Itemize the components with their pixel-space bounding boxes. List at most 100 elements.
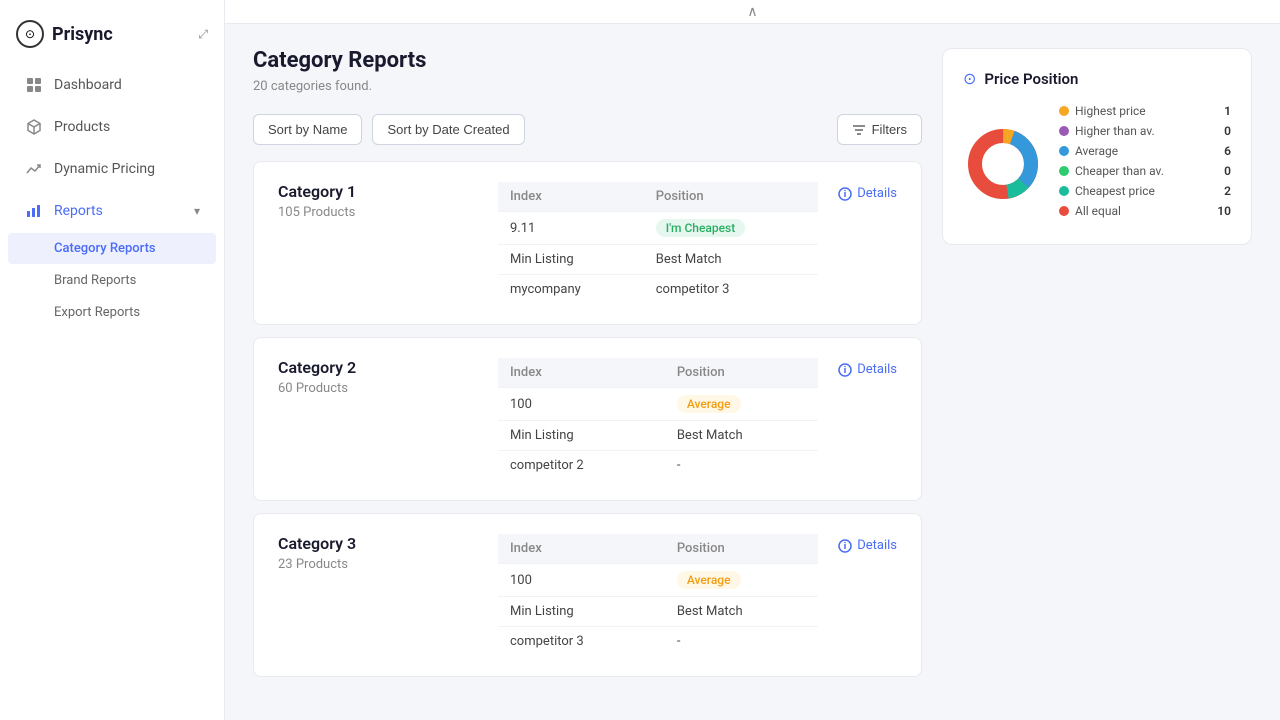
- legend-item-average: Average 6: [1059, 144, 1231, 158]
- sort-by-date-button[interactable]: Sort by Date Created: [372, 114, 524, 145]
- table-row: 100 Average: [498, 564, 818, 597]
- legend-count: 0: [1224, 164, 1231, 178]
- position-badge: Average: [665, 564, 818, 597]
- position-badge: Average: [665, 388, 818, 421]
- table-row: competitor 2 -: [498, 451, 818, 481]
- sidebar-item-brand-reports[interactable]: Brand Reports: [8, 265, 216, 296]
- sidebar-label-brand-reports: Brand Reports: [54, 273, 136, 288]
- sidebar-item-category-reports[interactable]: Category Reports: [8, 233, 216, 264]
- category-card: Category 1 105 Products Index Position 9…: [253, 161, 922, 325]
- category-table-wrap: Index Position 100 Average Min Listing B…: [498, 358, 818, 480]
- price-widget-body: Highest price 1 Higher than av. 0 Averag…: [963, 104, 1231, 224]
- col-header-index: Index: [498, 358, 665, 388]
- sidebar-item-export-reports[interactable]: Export Reports: [8, 297, 216, 328]
- best-match-label: Best Match: [665, 597, 818, 627]
- category-info: Category 1 105 Products: [278, 182, 478, 220]
- logo-icon: ⊙: [16, 20, 44, 48]
- category-list: Category 1 105 Products Index Position 9…: [253, 161, 922, 677]
- category-product-count: 23 Products: [278, 557, 478, 572]
- page-title: Category Reports: [253, 48, 922, 73]
- sidebar-label-dashboard: Dashboard: [54, 77, 200, 93]
- index-value: 100: [498, 564, 665, 597]
- right-panel: ⊙ Price Position: [942, 48, 1252, 696]
- legend-item-cheapest: Cheapest price 2: [1059, 184, 1231, 198]
- sidebar-item-products[interactable]: Products: [8, 107, 216, 147]
- page-subtitle: 20 categories found.: [253, 79, 922, 94]
- details-link[interactable]: Details: [838, 534, 897, 557]
- legend-dot: [1059, 186, 1069, 196]
- legend-dot: [1059, 106, 1069, 116]
- sidebar-item-reports[interactable]: Reports ▾: [8, 191, 216, 231]
- details-link[interactable]: Details: [838, 358, 897, 381]
- category-table: Index Position 100 Average Min Listing B…: [498, 358, 818, 480]
- table-row: Min Listing Best Match: [498, 597, 818, 627]
- price-widget-header: ⊙ Price Position: [963, 69, 1231, 88]
- filter-icon: [852, 123, 866, 137]
- reports-expand-arrow: ▾: [194, 204, 200, 218]
- best-match-value: competitor 3: [644, 275, 818, 305]
- toolbar: Sort by Name Sort by Date Created Filter…: [253, 114, 922, 145]
- legend-count: 2: [1224, 184, 1231, 198]
- col-header-index: Index: [498, 182, 644, 212]
- legend-count: 6: [1224, 144, 1231, 158]
- min-listing-value: competitor 3: [498, 627, 665, 657]
- table-row: 100 Average: [498, 388, 818, 421]
- table-row: competitor 3 -: [498, 627, 818, 657]
- best-match-label: Best Match: [644, 245, 818, 275]
- index-value: 9.11: [498, 212, 644, 245]
- category-info: Category 3 23 Products: [278, 534, 478, 572]
- category-name: Category 3: [278, 534, 478, 553]
- legend-label: Highest price: [1075, 104, 1218, 118]
- min-listing-value: competitor 2: [498, 451, 665, 481]
- sort-by-name-button[interactable]: Sort by Name: [253, 114, 362, 145]
- price-position-widget: ⊙ Price Position: [942, 48, 1252, 245]
- col-header-position: Position: [644, 182, 818, 212]
- sidebar-item-dashboard[interactable]: Dashboard: [8, 65, 216, 105]
- sidebar: ⊙ Prisync ⤢ Dashboard Products: [0, 0, 225, 720]
- legend-label: Higher than av.: [1075, 124, 1218, 138]
- legend-dot: [1059, 126, 1069, 136]
- app-name: Prisync: [52, 24, 113, 45]
- legend-item-highest: Highest price 1: [1059, 104, 1231, 118]
- sidebar-label-dynamic-pricing: Dynamic Pricing: [54, 161, 200, 177]
- sidebar-label-products: Products: [54, 119, 200, 135]
- legend-item-cheaper: Cheaper than av. 0: [1059, 164, 1231, 178]
- min-listing-label: Min Listing: [498, 597, 665, 627]
- category-table-wrap: Index Position 100 Average Min Listing B…: [498, 534, 818, 656]
- legend-count: 1: [1224, 104, 1231, 118]
- legend-label: Cheaper than av.: [1075, 164, 1218, 178]
- box-icon: [24, 117, 44, 137]
- table-row: mycompany competitor 3: [498, 275, 818, 305]
- filters-button[interactable]: Filters: [837, 114, 922, 145]
- legend-item-higher: Higher than av. 0: [1059, 124, 1231, 138]
- legend-label: Cheapest price: [1075, 184, 1218, 198]
- details-link[interactable]: Details: [838, 182, 897, 205]
- price-widget-icon: ⊙: [963, 69, 976, 88]
- legend-count: 0: [1224, 124, 1231, 138]
- col-header-position: Position: [665, 534, 818, 564]
- content-area: Category Reports 20 categories found. So…: [225, 24, 1280, 720]
- category-product-count: 60 Products: [278, 381, 478, 396]
- category-info: Category 2 60 Products: [278, 358, 478, 396]
- collapse-chevron-icon[interactable]: ∧: [747, 4, 757, 20]
- sidebar-collapse-button[interactable]: ⤢: [198, 27, 208, 42]
- best-match-value: -: [665, 627, 818, 657]
- details-icon: [838, 187, 852, 201]
- col-header-index: Index: [498, 534, 665, 564]
- logo-area: ⊙ Prisync ⤢: [0, 0, 224, 64]
- legend-item-equal: All equal 10: [1059, 204, 1231, 218]
- table-row: 9.11 I'm Cheapest: [498, 212, 818, 245]
- min-listing-label: Min Listing: [498, 245, 644, 275]
- category-table: Index Position 100 Average Min Listing B…: [498, 534, 818, 656]
- donut-chart: [963, 124, 1043, 204]
- sidebar-label-reports: Reports: [54, 203, 184, 219]
- min-listing-value: mycompany: [498, 275, 644, 305]
- best-match-label: Best Match: [665, 421, 818, 451]
- sidebar-label-export-reports: Export Reports: [54, 305, 140, 320]
- col-header-position: Position: [665, 358, 818, 388]
- sidebar-label-category-reports: Category Reports: [54, 241, 156, 256]
- sidebar-item-dynamic-pricing[interactable]: Dynamic Pricing: [8, 149, 216, 189]
- category-name: Category 2: [278, 358, 478, 377]
- reports-sub-nav: Category Reports Brand Reports Export Re…: [0, 232, 224, 329]
- position-badge: I'm Cheapest: [644, 212, 818, 245]
